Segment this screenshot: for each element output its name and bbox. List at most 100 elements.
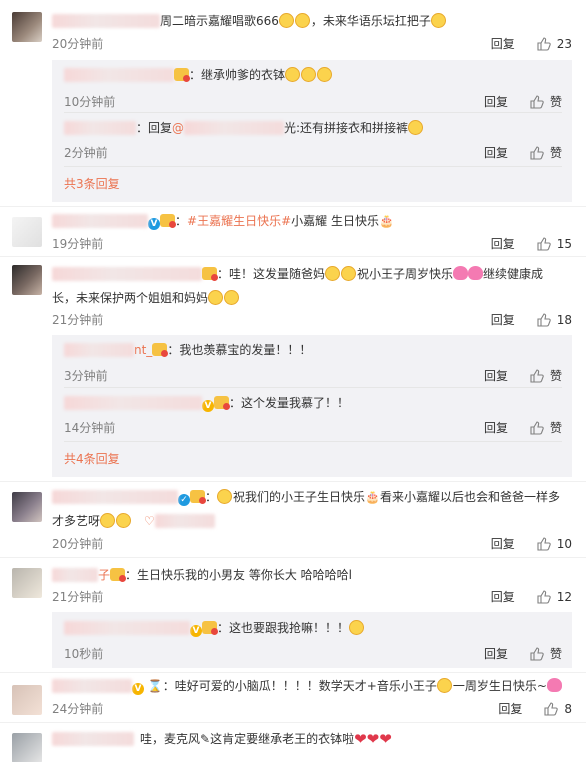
thumbs-up-icon bbox=[530, 369, 544, 383]
thumbs-up-icon bbox=[537, 37, 551, 51]
heart-emoji-icon: ❤ bbox=[379, 730, 392, 748]
hashtag-link[interactable]: #王嘉耀生日快乐# bbox=[187, 214, 291, 228]
cat-emoji-icon bbox=[408, 120, 424, 135]
divider bbox=[0, 206, 586, 207]
username[interactable] bbox=[52, 14, 160, 28]
comment-actions: 回复 8 bbox=[498, 701, 572, 717]
reply-time: 10分钟前 bbox=[64, 95, 116, 109]
medal-icon bbox=[174, 68, 190, 82]
like-button[interactable]: 赞 bbox=[530, 94, 562, 110]
reply-username[interactable] bbox=[64, 396, 202, 410]
reply-text: ：回复@ 光:还有拼接衣和拼接裤 bbox=[64, 117, 562, 139]
reply-button[interactable]: 回复 bbox=[484, 368, 508, 384]
comment-actions: 回复 10 bbox=[491, 536, 572, 552]
reply-button[interactable]: 回复 bbox=[498, 701, 522, 717]
mention-username[interactable] bbox=[184, 121, 285, 135]
reply-button[interactable]: 回复 bbox=[484, 145, 508, 161]
username[interactable] bbox=[52, 568, 98, 582]
comment-text: V ：#王嘉耀生日快乐#小嘉耀 生日快乐🎂 bbox=[52, 210, 572, 232]
like-button[interactable]: 8 bbox=[544, 701, 572, 717]
cat-emoji-icon bbox=[430, 13, 446, 28]
avatar[interactable] bbox=[12, 568, 42, 598]
face-emoji-icon bbox=[341, 266, 357, 281]
username[interactable] bbox=[52, 490, 178, 504]
reply-button[interactable]: 回复 bbox=[491, 536, 515, 552]
like-button[interactable]: 赞 bbox=[530, 368, 562, 384]
like-label: 赞 bbox=[549, 146, 562, 160]
more-replies-link[interactable]: 共3条回复 bbox=[64, 176, 120, 192]
avatar[interactable] bbox=[12, 265, 42, 295]
avatar[interactable] bbox=[12, 685, 42, 715]
reply-text: V ：这也要跟我抢嘛！！！ bbox=[64, 617, 562, 639]
divider bbox=[0, 256, 586, 257]
location-tag[interactable] bbox=[154, 514, 215, 528]
verified-badge-icon: V bbox=[190, 625, 202, 637]
cat-emoji-icon bbox=[349, 620, 365, 635]
reply-username[interactable] bbox=[64, 621, 190, 635]
comment-time: 21分钟前 bbox=[52, 313, 104, 327]
verified-badge-icon: V bbox=[202, 400, 214, 412]
like-count: 12 bbox=[556, 590, 572, 604]
reply-actions: 回复 赞 bbox=[484, 94, 562, 110]
grin-emoji-icon bbox=[317, 67, 333, 82]
reply-username[interactable] bbox=[64, 121, 136, 135]
username[interactable] bbox=[52, 732, 134, 746]
medal-icon bbox=[202, 621, 218, 635]
heart-emoji-icon: ❤ bbox=[354, 730, 367, 748]
reply-button[interactable]: 回复 bbox=[491, 36, 515, 52]
more-replies-link[interactable]: 共4条回复 bbox=[64, 451, 120, 467]
reply-time: 2分钟前 bbox=[64, 146, 108, 160]
verified-badge-icon: ✓ bbox=[178, 494, 190, 506]
like-label: 赞 bbox=[549, 647, 562, 661]
reply-button[interactable]: 回复 bbox=[491, 589, 515, 605]
divider bbox=[64, 112, 562, 113]
like-button[interactable]: 赞 bbox=[530, 646, 562, 662]
reply-username[interactable] bbox=[64, 68, 174, 82]
reply-actions: 回复 赞 bbox=[484, 368, 562, 384]
reply-button[interactable]: 回复 bbox=[484, 420, 508, 436]
comment-text: ：哇！这发量随爸妈 祝小王子周岁快乐 继续健康成 bbox=[52, 263, 572, 285]
reply-button[interactable]: 回复 bbox=[491, 312, 515, 328]
reply-username[interactable] bbox=[64, 343, 134, 357]
reply-actions: 回复 赞 bbox=[484, 420, 562, 436]
verified-badge-icon: V bbox=[132, 683, 144, 695]
thumbs-up-icon bbox=[544, 702, 559, 716]
like-button[interactable]: 23 bbox=[537, 36, 572, 52]
like-button[interactable]: 赞 bbox=[530, 420, 562, 436]
username[interactable] bbox=[52, 214, 148, 228]
like-button[interactable]: 15 bbox=[537, 236, 572, 252]
avatar[interactable] bbox=[12, 733, 42, 762]
comment-actions: 回复 18 bbox=[491, 312, 572, 328]
location-icon: ♡ bbox=[143, 514, 155, 528]
like-label: 赞 bbox=[549, 421, 562, 435]
like-button[interactable]: 10 bbox=[537, 536, 572, 552]
thumbs-up-icon bbox=[530, 146, 544, 160]
reply-button[interactable]: 回复 bbox=[484, 646, 508, 662]
avatar[interactable] bbox=[12, 12, 42, 42]
grin-emoji-icon bbox=[100, 513, 116, 528]
reply-text: nt_ ：我也羡慕宝的发量！！！ bbox=[64, 339, 562, 361]
avatar[interactable] bbox=[12, 217, 42, 247]
reply-button[interactable]: 回复 bbox=[484, 94, 508, 110]
replies-box: ：继承帅爹的衣钵 10分钟前 回复 赞 ：回复@ 光:还有拼接衣和拼接裤 2分钟前… bbox=[52, 60, 572, 202]
like-button[interactable]: 赞 bbox=[530, 145, 562, 161]
like-button[interactable]: 18 bbox=[537, 312, 572, 328]
cake-emoji-icon: 🎂 bbox=[365, 490, 380, 504]
like-button[interactable]: 12 bbox=[537, 589, 572, 605]
username[interactable] bbox=[52, 679, 132, 693]
mention-link[interactable]: @ bbox=[172, 121, 184, 135]
avatar[interactable] bbox=[12, 492, 42, 522]
username[interactable] bbox=[52, 267, 202, 281]
divider bbox=[0, 722, 586, 723]
comment-text-line-2: 长，未来保护两个姐姐和妈妈 bbox=[52, 287, 572, 309]
reply-text: V ：这个发量我慕了！！ bbox=[64, 392, 562, 414]
medal-icon bbox=[202, 267, 218, 281]
comment-text: ✓：祝我们的小王子生日快乐🎂看来小嘉耀以后也会和爸爸一样多 bbox=[52, 486, 572, 508]
like-label: 赞 bbox=[549, 369, 562, 383]
replies-box: V ：这也要跟我抢嘛！！！ 10秒前 回复 赞 bbox=[52, 612, 572, 668]
heart-emoji-icon bbox=[468, 266, 484, 280]
thumbs-up-icon bbox=[537, 590, 551, 604]
medal-icon bbox=[110, 568, 127, 582]
reply-button[interactable]: 回复 bbox=[491, 236, 515, 252]
comment-time: 24分钟前 bbox=[52, 702, 104, 716]
